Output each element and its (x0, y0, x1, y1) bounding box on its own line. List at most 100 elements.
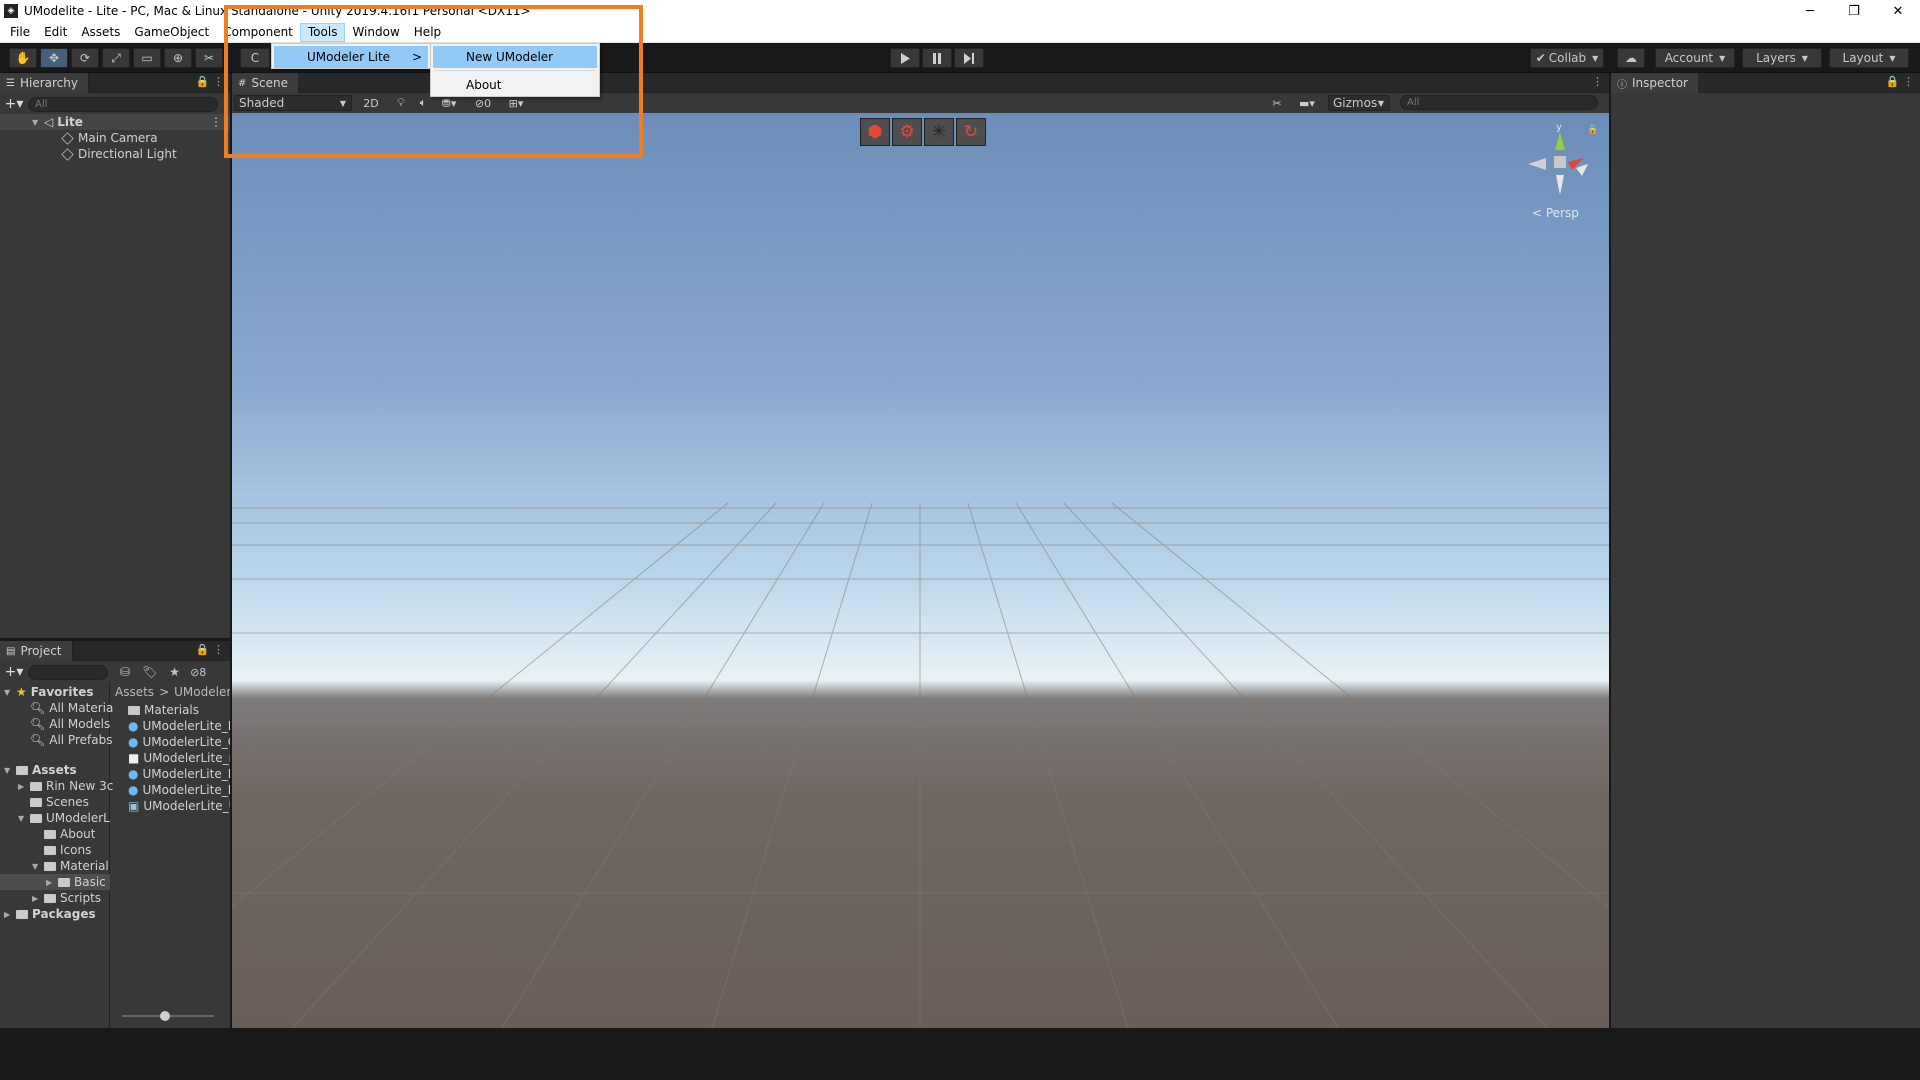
expand-arrow-icon[interactable]: ▼ (32, 118, 44, 127)
expand-arrow-icon[interactable]: ▼ (4, 766, 16, 775)
icon-size-slider[interactable] (122, 1011, 214, 1021)
restore-button[interactable]: ❐ (1832, 0, 1876, 22)
expand-arrow-icon[interactable]: ▼ (32, 862, 44, 871)
rotate-tool-icon[interactable]: ⟳ (71, 48, 99, 68)
tab-scene[interactable]: # Scene (232, 73, 299, 93)
hierarchy-item-main-camera[interactable]: Main Camera (0, 130, 230, 146)
expand-arrow-icon[interactable]: ▶ (18, 782, 30, 791)
menu-gameobject[interactable]: GameObject (127, 23, 216, 42)
file-row[interactable]: ■ UModelerLite_r (128, 750, 230, 766)
layers-dropdown[interactable]: Layers ▼ (1742, 48, 1822, 68)
project-search-input[interactable] (28, 664, 108, 680)
menu-assets[interactable]: Assets (74, 23, 127, 42)
menu-tools[interactable]: Tools (299, 22, 346, 42)
gizmo-neg-y-cone[interactable] (1556, 175, 1564, 195)
hierarchy-item-directional-light[interactable]: Directional Light (0, 146, 230, 162)
create-dropdown[interactable]: +▾ (0, 664, 28, 680)
effects-dropdown-icon[interactable]: ⛃▾ (434, 95, 464, 111)
hidden-packages-toggle[interactable]: ⊘8 (190, 666, 206, 679)
expand-arrow-icon[interactable]: ▼ (18, 814, 30, 823)
gizmo-z-cone[interactable] (1576, 164, 1588, 176)
favorite-item[interactable]: 🔍︎ All Prefabs (30, 732, 112, 748)
menu-item-umodeler-lite[interactable]: UModeler Lite > (274, 46, 428, 68)
expand-arrow-icon[interactable]: ▶ (32, 894, 44, 903)
umodeler-refresh-button[interactable]: ↻ (956, 118, 986, 146)
slider-handle[interactable] (160, 1011, 170, 1021)
expand-arrow-icon[interactable]: ▶ (4, 910, 16, 919)
transform-tool-icon[interactable]: ⊕ (164, 48, 192, 68)
file-row[interactable]: ● UModelerLite_C (128, 734, 230, 750)
scene-search-input[interactable] (1400, 95, 1598, 110)
minimize-button[interactable]: ─ (1788, 0, 1832, 22)
gizmo-y-cone[interactable] (1555, 132, 1565, 150)
shading-mode-dropdown[interactable]: Shaded ▼ (234, 95, 352, 111)
tab-hierarchy[interactable]: ☰ Hierarchy (0, 73, 89, 93)
file-row[interactable]: ● UModelerLite_F (128, 766, 230, 782)
pivot-toggle-button[interactable]: C (240, 48, 270, 68)
tab-inspector[interactable]: ⓘ Inspector (1611, 73, 1699, 93)
assets-row[interactable]: ▼ Assets (4, 762, 77, 778)
account-dropdown[interactable]: Account ▼ (1655, 48, 1735, 68)
audio-toggle-icon[interactable]: 🔈︎ (412, 95, 434, 111)
panel-menu-icon[interactable]: ⋮ (1592, 75, 1603, 88)
panel-menu-icon[interactable]: 🔒 ⋮ (196, 75, 224, 88)
move-tool-icon[interactable]: ✥ (40, 48, 68, 68)
camera-dropdown-icon[interactable]: ▬▾ (1292, 95, 1322, 111)
tab-project[interactable]: ▤ Project (0, 641, 73, 661)
folder-row[interactable]: ▼ UModelerL (18, 810, 110, 826)
file-row[interactable]: ▣ UModelerLite_U (128, 798, 230, 814)
folder-row[interactable]: ▶ Scripts (32, 890, 101, 906)
play-button[interactable] (890, 48, 920, 68)
breadcrumb-item[interactable]: Assets (115, 685, 154, 699)
gizmo-neg-x-cone[interactable] (1528, 158, 1546, 170)
cloud-button[interactable]: ☁ (1617, 48, 1645, 68)
close-button[interactable]: ✕ (1876, 0, 1920, 22)
scene-menu-icon[interactable]: ⋮ (210, 115, 222, 129)
projection-label[interactable]: < Persp (1532, 206, 1579, 220)
file-row[interactable]: Materials (128, 702, 199, 718)
pause-button[interactable] (922, 48, 952, 68)
favorites-row[interactable]: ▼ ★ Favorites (4, 684, 93, 700)
create-dropdown[interactable]: +▾ (0, 96, 28, 112)
umodeler-create-button[interactable]: ⬢ (860, 118, 890, 146)
step-button[interactable] (954, 48, 984, 68)
folder-row[interactable]: ▼ Material (32, 858, 109, 874)
folder-row[interactable]: About (32, 826, 95, 842)
hand-tool-icon[interactable]: ✋ (9, 48, 37, 68)
packages-row[interactable]: ▶ Packages (4, 906, 96, 922)
grid-snapping-dropdown-icon[interactable]: ⊞▾ (500, 95, 532, 111)
menu-item-new-umodeler[interactable]: New UModeler (433, 46, 597, 68)
lock-icon[interactable]: 🔒 (1587, 124, 1598, 135)
file-row[interactable]: ● UModelerLite_I (128, 718, 230, 734)
breadcrumb-item[interactable]: UModelerL (174, 685, 230, 699)
tools-icon[interactable]: ✂ (1266, 95, 1288, 111)
favorite-item[interactable]: 🔍︎ All Materia (30, 700, 113, 716)
expand-arrow-icon[interactable]: ▼ (4, 688, 16, 697)
umodeler-settings-button[interactable]: ⚙ (892, 118, 922, 146)
scale-tool-icon[interactable]: ⤢ (102, 48, 130, 68)
filter-type-icon[interactable]: ⛁ (120, 665, 130, 679)
lighting-toggle-icon[interactable]: 💡︎ (390, 95, 412, 111)
menu-window[interactable]: Window (345, 23, 406, 42)
star-icon[interactable]: ★ (169, 665, 180, 679)
2d-toggle-button[interactable]: 2D (358, 95, 384, 111)
layout-dropdown[interactable]: Layout ▼ (1829, 48, 1909, 68)
gizmo-center-cube[interactable] (1554, 156, 1566, 168)
scene-row-lite[interactable]: ▼ ◁ Lite ⋮ (0, 114, 230, 130)
menu-item-about[interactable]: About (433, 74, 597, 96)
folder-row-selected[interactable]: ▶ Basic (0, 874, 110, 890)
menu-edit[interactable]: Edit (37, 23, 74, 42)
hidden-objects-toggle[interactable]: ⊘ 0 (468, 95, 498, 111)
favorite-item[interactable]: 🔍︎ All Models (30, 716, 110, 732)
filter-label-icon[interactable]: 🏷 (142, 665, 157, 679)
menu-file[interactable]: File (3, 23, 37, 42)
menu-component[interactable]: Component (216, 23, 300, 42)
folder-row[interactable]: Icons (32, 842, 91, 858)
expand-arrow-icon[interactable]: ▶ (46, 878, 58, 887)
folder-row[interactable]: Scenes (18, 794, 89, 810)
rect-tool-icon[interactable]: ▭ (133, 48, 161, 68)
orientation-gizmo[interactable]: y 🔒 (1520, 120, 1600, 215)
custom-tool-icon[interactable]: ✂ (195, 48, 223, 68)
umodeler-pivot-button[interactable]: ✳ (924, 118, 954, 146)
hierarchy-search-input[interactable] (28, 96, 218, 112)
